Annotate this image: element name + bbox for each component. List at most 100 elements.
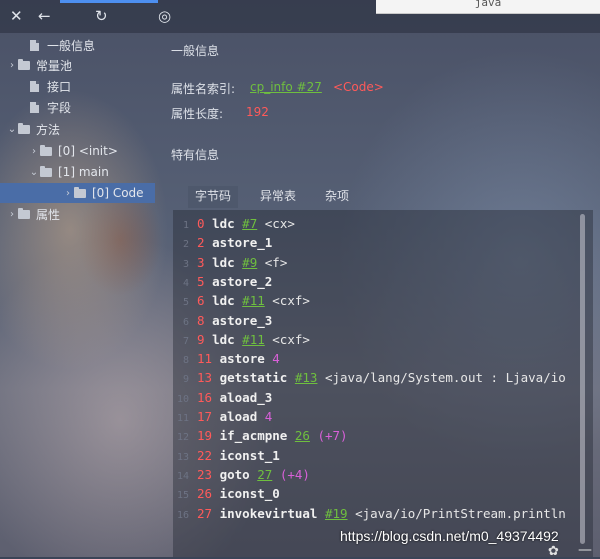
operand-ref[interactable]: 27	[257, 467, 272, 482]
tree-item-label: [0] Code	[92, 186, 144, 200]
line-number: 13	[176, 451, 189, 463]
bytecode-offset: 17	[197, 409, 213, 424]
line-number: 1	[182, 220, 189, 231]
bytecode-offset: 6	[197, 293, 205, 309]
opcode: astore_1	[212, 235, 273, 251]
chevron-right-icon[interactable]: ›	[28, 146, 40, 157]
toolbar: ✕ ← ↻ ◎ java	[0, 0, 600, 33]
opcode: goto	[219, 466, 250, 482]
code-line: 33 ldc #9 <f>	[173, 253, 583, 272]
operand-ref[interactable]: #11	[242, 293, 265, 308]
tree-item-interfaces[interactable]: 接口	[18, 76, 71, 96]
folder-icon	[40, 144, 52, 156]
attribute-name-index-label: 属性名索引:	[171, 82, 236, 96]
back-arrow-icon[interactable]: ←	[38, 7, 51, 25]
opcode: getstatic	[219, 370, 288, 386]
tree-item-method-main[interactable]: ⌄ [1] main	[28, 162, 109, 182]
line-number: 11	[176, 413, 189, 424]
bytecode-offset: 2	[197, 235, 205, 251]
watermark-url: https://blog.csdn.net/m0_49374492	[340, 528, 559, 544]
tab-bytecode[interactable]: 字节码	[188, 186, 239, 208]
code-line: 45 astore_2	[173, 272, 583, 291]
editor-tab[interactable]: java	[376, 0, 600, 14]
tree-item-method-init[interactable]: › [0] <init>	[28, 141, 118, 161]
chevron-right-icon[interactable]: ›	[62, 188, 74, 199]
opcode: aload_3	[219, 389, 273, 405]
operand-ref[interactable]: 26	[295, 428, 310, 443]
name-index-link[interactable]: cp_info #27	[250, 80, 322, 94]
chevron-down-icon[interactable]: ⌄	[28, 167, 40, 178]
tree-item-general-info[interactable]: 一般信息	[18, 35, 95, 55]
operand-comment: <cxf>	[272, 293, 310, 309]
opcode: iconst_1	[219, 447, 280, 463]
code-line: 16 27 invokevirtual #19 <java/io/PrintStr…	[173, 504, 583, 523]
line-number: 9	[182, 374, 189, 386]
bytecode-tabs: 字节码 异常表 杂项	[183, 186, 593, 208]
file-icon	[30, 39, 39, 51]
line-number: 6	[182, 316, 189, 328]
line-number: 8	[182, 355, 189, 367]
operand-ref[interactable]: #11	[242, 332, 265, 347]
active-tab-indicator	[60, 0, 158, 3]
line-number: 14	[176, 470, 189, 482]
tree-item-methods[interactable]: ⌄ 方法	[6, 119, 60, 139]
tree-item-label: 一般信息	[47, 38, 96, 53]
refresh-icon[interactable]: ↻	[95, 7, 108, 25]
line-number: 4	[182, 277, 189, 289]
opcode: ldc	[212, 293, 235, 309]
chevron-right-icon[interactable]: ›	[6, 60, 18, 71]
minimize-icon[interactable]: —	[578, 542, 592, 558]
general-info-heading: 一般信息	[171, 44, 220, 58]
operand-ref[interactable]: #13	[295, 370, 318, 385]
code-line: 79 ldc #11 <cxf>	[173, 330, 583, 349]
code-line: 8 11 astore 4	[173, 349, 583, 368]
line-number: 5	[182, 297, 189, 309]
opcode: astore_2	[212, 273, 273, 289]
line-number: 16	[176, 509, 189, 521]
operand-ref[interactable]: #19	[325, 506, 348, 521]
code-line: 15 26 iconst_0	[173, 484, 583, 503]
operand-ref[interactable]: #9	[242, 255, 257, 270]
opcode: invokevirtual	[219, 505, 318, 521]
operand-comment: <cxf>	[272, 331, 310, 347]
opcode: ldc	[212, 254, 235, 270]
tree-item-constant-pool[interactable]: › 常量池	[6, 55, 72, 75]
chevron-right-icon[interactable]: ›	[6, 209, 18, 220]
code-line: 11 17 aload 4	[173, 407, 583, 426]
tree-item-label: 属性	[36, 207, 61, 222]
opcode: if_acmpne	[219, 428, 288, 444]
close-icon[interactable]: ✕	[10, 7, 23, 25]
line-number: 2	[182, 239, 189, 251]
operand-comment: <cx>	[264, 216, 295, 231]
code-line: 12 19 if_acmpne 26 (+7)	[173, 426, 583, 445]
operand-ref[interactable]: #7	[242, 216, 257, 231]
line-number: 3	[182, 258, 189, 270]
tree-item-label: 方法	[36, 122, 61, 137]
folder-icon	[18, 58, 30, 70]
tab-exception-table[interactable]: 异常表	[253, 186, 303, 208]
tree-item-label: 常量池	[36, 58, 73, 73]
attribute-length-value: 192	[246, 105, 269, 119]
line-number: 7	[182, 335, 189, 347]
file-icon	[30, 101, 39, 113]
tab-misc[interactable]: 杂项	[318, 186, 356, 208]
tree-item-fields[interactable]: 字段	[18, 97, 71, 117]
code-line: 9 13 getstatic #13 <java/lang/System.out …	[173, 368, 583, 387]
bytecode-offset: 0	[197, 216, 205, 231]
operand-value: 4	[264, 409, 273, 424]
tree-item-code[interactable]: › [0] Code	[0, 183, 155, 203]
tree-item-label: 接口	[47, 79, 72, 94]
opcode: ldc	[212, 216, 235, 231]
operand-value: 4	[272, 351, 280, 367]
bytecode-offset: 22	[197, 447, 213, 463]
operand-value: (+7)	[317, 428, 348, 444]
bytecode-offset: 13	[197, 370, 213, 386]
bytecode-offset: 5	[197, 273, 205, 289]
globe-icon[interactable]: ◎	[158, 7, 171, 25]
folder-icon	[40, 165, 52, 177]
operand-comment: <java/lang/System.out : Ljava/io	[324, 370, 566, 386]
bytecode-offset: 19	[197, 428, 213, 444]
folder-icon	[18, 207, 30, 219]
chevron-down-icon[interactable]: ⌄	[6, 124, 18, 135]
tree-item-attributes[interactable]: › 属性	[6, 204, 60, 224]
